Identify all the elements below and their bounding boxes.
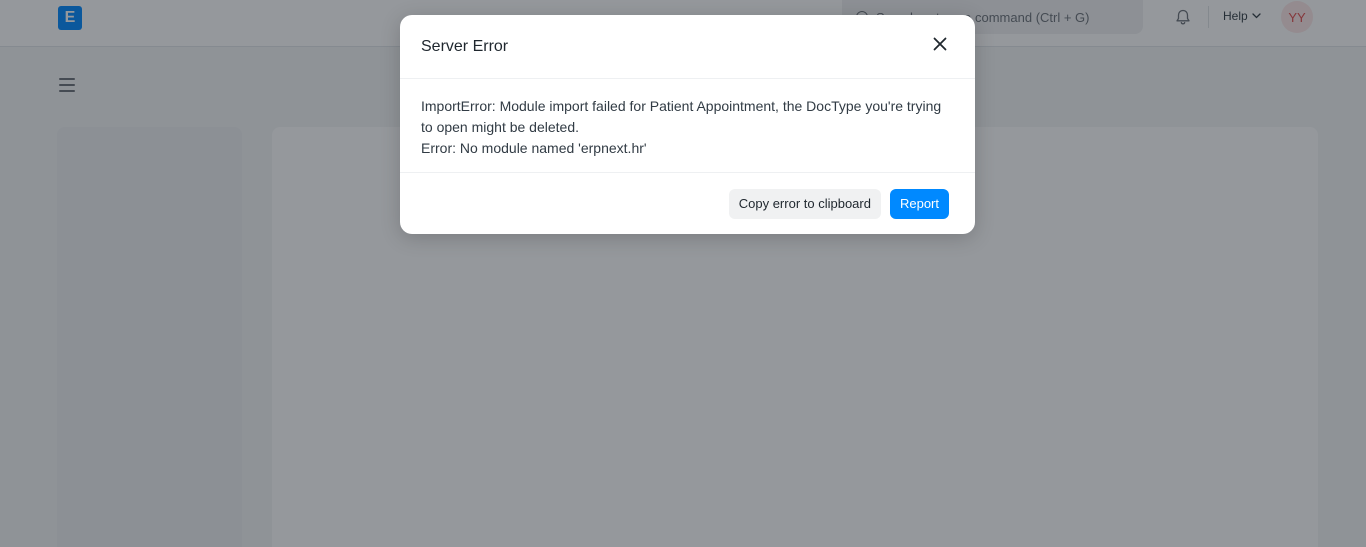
report-button[interactable]: Report [889, 188, 949, 219]
modal-title: Server Error [421, 37, 509, 55]
modal-header: Server Error [400, 15, 975, 79]
server-error-dialog: Server Error ImportError: Module import … [400, 15, 975, 234]
close-icon[interactable] [931, 35, 949, 53]
error-detail: Error: No module named 'erpnext.hr' [421, 140, 647, 156]
error-message: ImportError: Module import failed for Pa… [421, 98, 942, 135]
modal-footer: Copy error to clipboard Report [400, 173, 975, 234]
copy-error-button[interactable]: Copy error to clipboard [728, 188, 881, 219]
modal-body: ImportError: Module import failed for Pa… [400, 79, 975, 173]
